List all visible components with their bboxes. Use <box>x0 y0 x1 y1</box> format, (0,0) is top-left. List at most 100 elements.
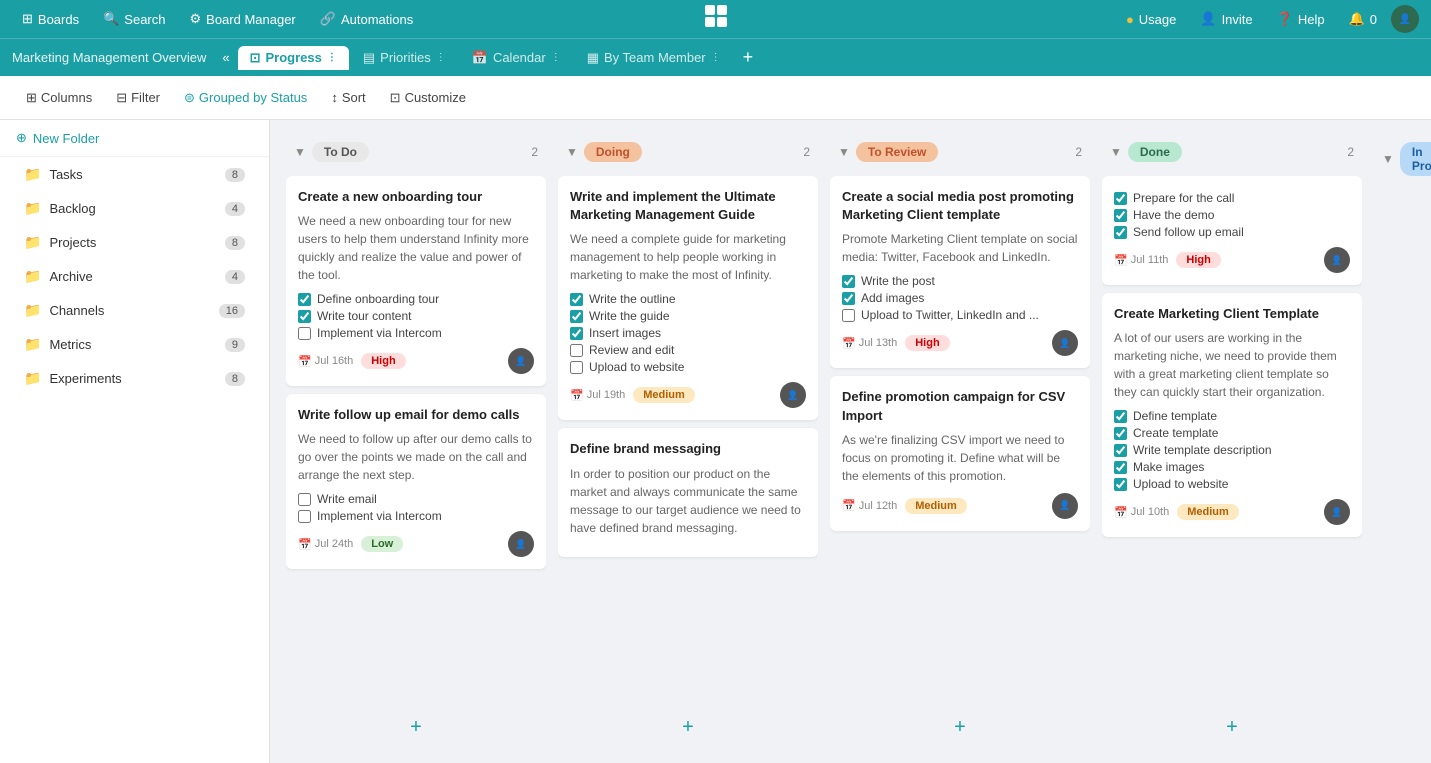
usage-label: Usage <box>1139 12 1177 27</box>
calendar-tab-dots: ⋮ <box>551 52 561 63</box>
checklist-label: Have the demo <box>1133 208 1214 222</box>
invite-nav-item[interactable]: 👤 Invite <box>1190 7 1262 31</box>
checklist-item: Review and edit <box>570 343 806 357</box>
todo-collapse-arrow[interactable]: ▼ <box>294 145 306 159</box>
sort-button[interactable]: ↕ Sort <box>321 85 375 110</box>
tasks-label: Tasks <box>49 167 82 182</box>
usage-icon: ● <box>1126 12 1134 27</box>
checklist-label: Upload to website <box>1133 477 1228 491</box>
checklist-checkbox[interactable] <box>1114 192 1127 205</box>
checklist-checkbox[interactable] <box>1114 410 1127 423</box>
doing-collapse-arrow[interactable]: ▼ <box>566 145 578 159</box>
card-followup-title: Write follow up email for demo calls <box>298 406 534 424</box>
progress-tab-label: Progress <box>266 50 322 65</box>
checklist-checkbox[interactable] <box>570 344 583 357</box>
boards-nav-item[interactable]: ⊞ Boards <box>12 7 89 31</box>
checklist-checkbox[interactable] <box>298 293 311 306</box>
notifications-nav-item[interactable]: 🔔 0 <box>1339 7 1387 31</box>
automations-nav-item[interactable]: 🔗 Automations <box>310 7 423 31</box>
date-label: Jul 19th <box>587 389 626 401</box>
checklist-checkbox[interactable] <box>842 309 855 322</box>
checklist-label: Write tour content <box>317 309 412 323</box>
inprogress-collapse-arrow[interactable]: ▼ <box>1382 152 1394 166</box>
calendar-icon: 📅 <box>842 499 856 512</box>
collapse-button[interactable]: « <box>216 48 235 67</box>
tab-calendar[interactable]: 📅 Calendar ⋮ <box>460 46 573 70</box>
review-cards-list: Create a social media post promoting Mar… <box>830 176 1090 704</box>
sidebar-item-metrics[interactable]: 📁 Metrics 9 <box>8 328 261 361</box>
tab-progress[interactable]: ⊡ Progress ⋮ <box>238 46 349 70</box>
invite-label: Invite <box>1222 12 1253 27</box>
add-tab-button[interactable]: + <box>735 43 762 72</box>
new-folder-button[interactable]: ⊕ New Folder <box>0 120 269 157</box>
checklist-item: Write the outline <box>570 292 806 306</box>
card-avatar: 👤 <box>1052 330 1078 356</box>
sidebar-item-archive[interactable]: 📁 Archive 4 <box>8 260 261 293</box>
checklist-checkbox[interactable] <box>1114 444 1127 457</box>
add-card-todo[interactable]: + <box>286 708 546 747</box>
done-collapse-arrow[interactable]: ▼ <box>1110 145 1122 159</box>
checklist-checkbox[interactable] <box>1114 461 1127 474</box>
sidebar: ⊕ New Folder 📁 Tasks 8 📁 Backlog 4 📁 Pro… <box>0 120 270 763</box>
grouped-by-status-button[interactable]: ⊜ Grouped by Status <box>174 85 317 111</box>
board-manager-nav-item[interactable]: ⚙ Board Manager <box>180 7 306 31</box>
sidebar-item-backlog[interactable]: 📁 Backlog 4 <box>8 192 261 225</box>
boards-icon: ⊞ <box>22 11 33 27</box>
checklist-checkbox[interactable] <box>298 493 311 506</box>
checklist-checkbox[interactable] <box>1114 478 1127 491</box>
priority-badge: High <box>361 353 405 369</box>
card-date: 📅 Jul 19th <box>570 389 625 402</box>
sidebar-item-experiments[interactable]: 📁 Experiments 8 <box>8 362 261 395</box>
tab-priorities[interactable]: ▤ Priorities ⋮ <box>351 46 458 70</box>
date-label: Jul 12th <box>859 500 898 512</box>
checklist-checkbox[interactable] <box>298 310 311 323</box>
card-followup-desc: We need to follow up after our demo call… <box>298 430 534 484</box>
columns-button[interactable]: ⊞ Columns <box>16 85 102 111</box>
checklist-checkbox[interactable] <box>298 327 311 340</box>
priority-badge: Medium <box>633 387 695 403</box>
review-collapse-arrow[interactable]: ▼ <box>838 145 850 159</box>
checklist-item: Define onboarding tour <box>298 292 534 306</box>
card-onboarding-desc: We need a new onboarding tour for new us… <box>298 212 534 284</box>
archive-label: Archive <box>49 269 92 284</box>
add-card-doing[interactable]: + <box>558 708 818 747</box>
column-review-header: ▼ To Review 2 <box>830 136 1090 168</box>
column-done-header: ▼ Done 2 <box>1102 136 1362 168</box>
tab-by-team-member[interactable]: ▦ By Team Member ⋮ <box>575 46 733 70</box>
checklist-checkbox[interactable] <box>570 361 583 374</box>
checklist-label: Insert images <box>589 326 661 340</box>
checklist-item: Write the post <box>842 274 1078 288</box>
channels-count: 16 <box>219 304 245 318</box>
checklist-checkbox[interactable] <box>842 275 855 288</box>
checklist-checkbox[interactable] <box>570 327 583 340</box>
sort-icon: ↕ <box>331 90 338 105</box>
todo-cards-list: Create a new onboarding tour We need a n… <box>286 176 546 704</box>
checklist-checkbox[interactable] <box>570 310 583 323</box>
checklist-checkbox[interactable] <box>298 510 311 523</box>
add-folder-icon: ⊕ <box>16 130 27 146</box>
checklist-checkbox[interactable] <box>1114 226 1127 239</box>
checklist-label: Prepare for the call <box>1133 191 1234 205</box>
add-card-review[interactable]: + <box>830 708 1090 747</box>
page-title: Marketing Management Overview <box>12 50 214 65</box>
sidebar-item-projects[interactable]: 📁 Projects 8 <box>8 226 261 259</box>
automations-label: Automations <box>341 12 413 27</box>
tasks-folder-icon: 📁 <box>24 166 41 183</box>
sidebar-item-channels[interactable]: 📁 Channels 16 <box>8 294 261 327</box>
usage-nav-item[interactable]: ● Usage <box>1116 8 1186 31</box>
checklist-checkbox[interactable] <box>842 292 855 305</box>
card-template-title: Create Marketing Client Template <box>1114 305 1350 323</box>
backlog-folder-icon: 📁 <box>24 200 41 217</box>
sidebar-item-tasks[interactable]: 📁 Tasks 8 <box>8 158 261 191</box>
checklist-checkbox[interactable] <box>570 293 583 306</box>
user-avatar[interactable]: 👤 <box>1391 5 1419 33</box>
checklist-checkbox[interactable] <box>1114 427 1127 440</box>
card-meta: 📅 Jul 12th Medium 👤 <box>842 493 1078 519</box>
help-nav-item[interactable]: ❓ Help <box>1267 7 1335 31</box>
checklist-label: Review and edit <box>589 343 674 357</box>
search-nav-item[interactable]: 🔍 Search <box>93 7 175 31</box>
checklist-checkbox[interactable] <box>1114 209 1127 222</box>
customize-button[interactable]: ⊡ Customize <box>380 85 476 111</box>
add-card-done[interactable]: + <box>1102 708 1362 747</box>
filter-button[interactable]: ⊟ Filter <box>106 85 170 111</box>
